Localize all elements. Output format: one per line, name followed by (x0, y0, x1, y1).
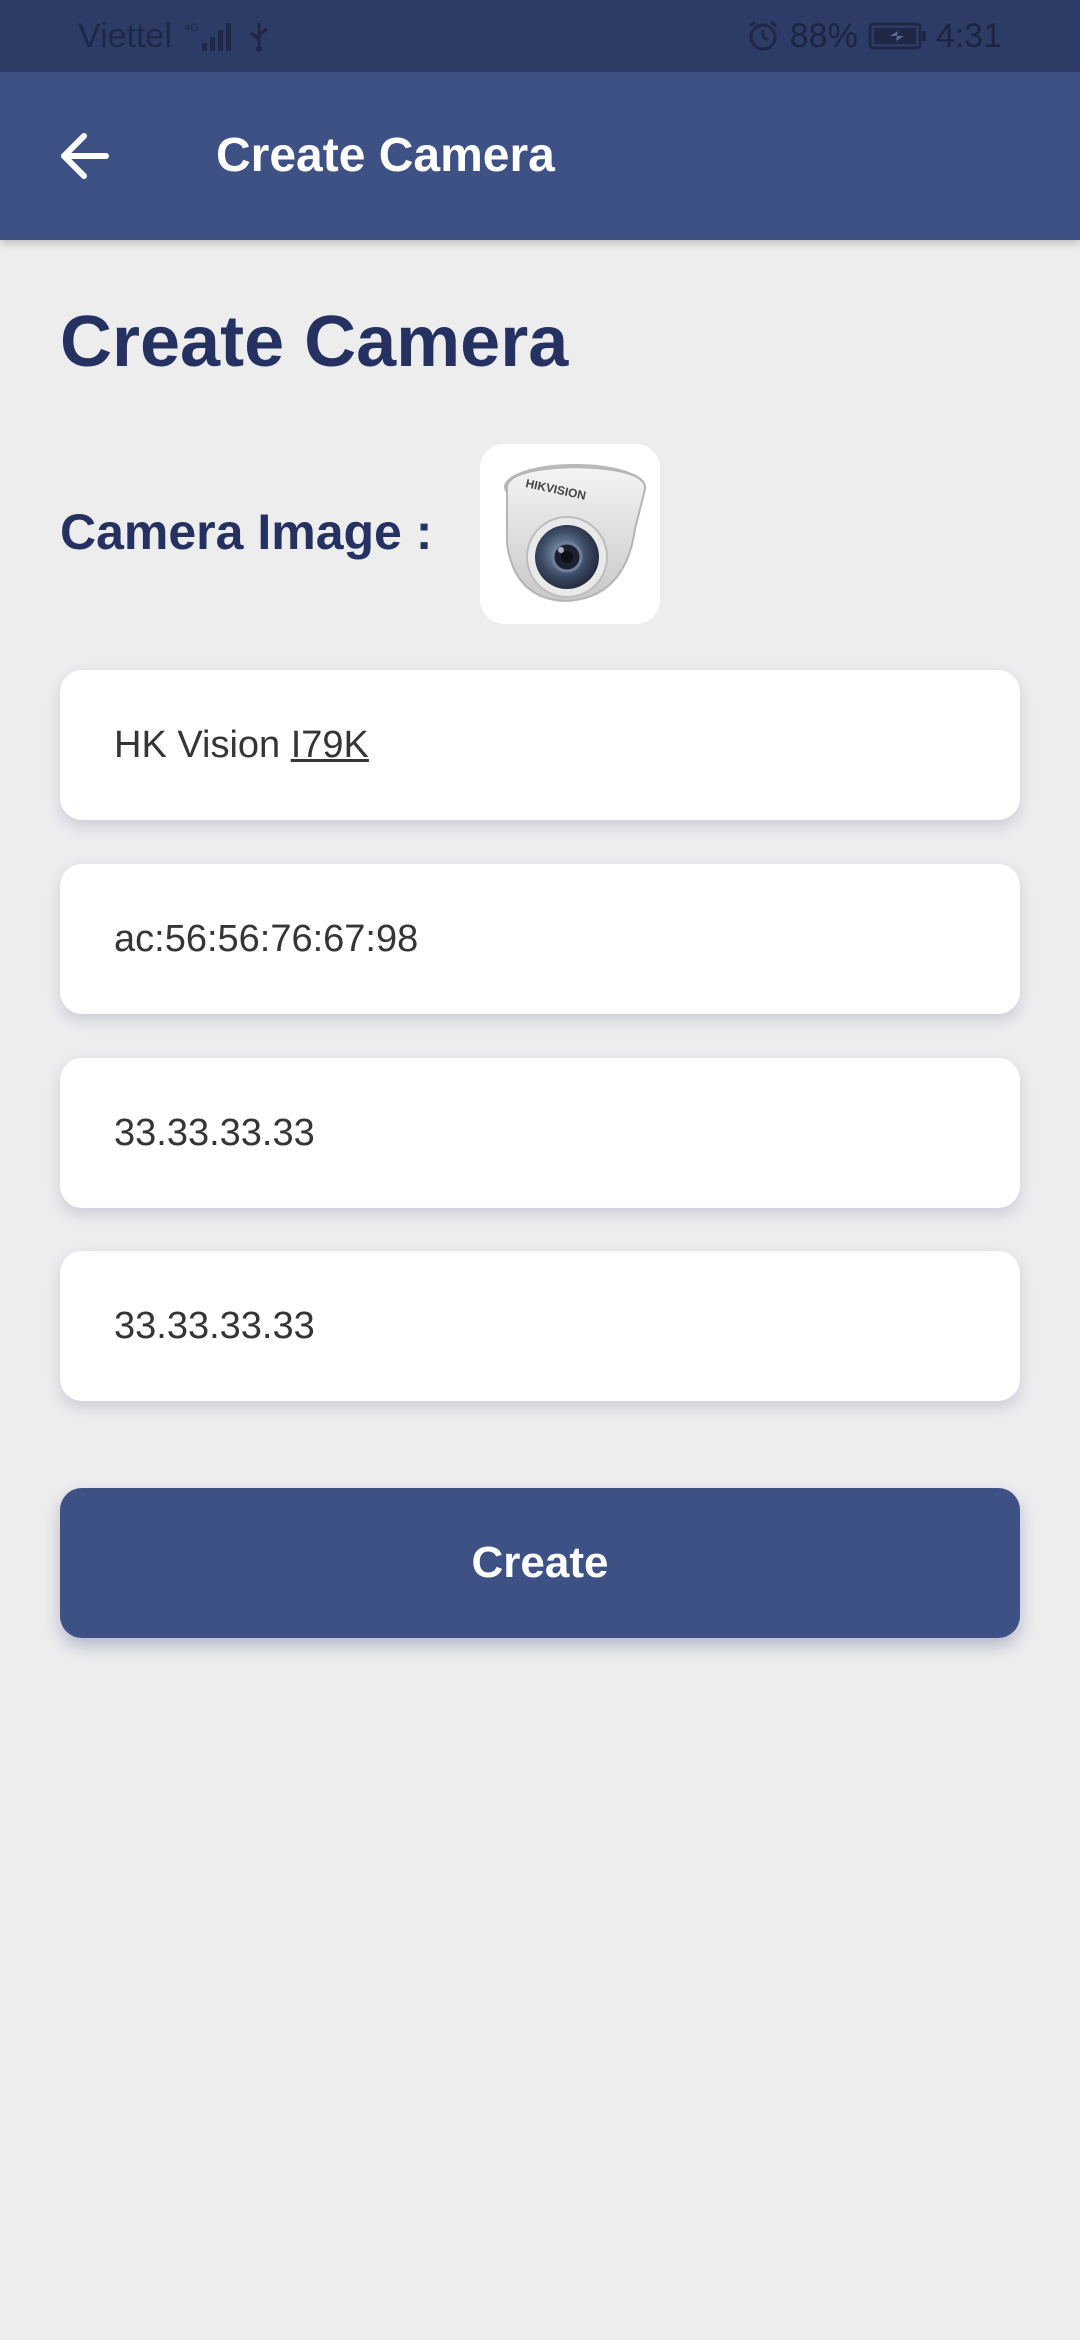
page-title: Create Camera (60, 302, 569, 382)
gateway-address-field[interactable]: 33.33.33.33 (60, 1251, 1020, 1401)
usb-icon (246, 19, 272, 53)
camera-name-field[interactable]: HK Vision I79K (60, 670, 1020, 820)
status-right: 88% 4:31 (746, 17, 1002, 56)
create-button[interactable]: Create (60, 1488, 1020, 1638)
back-button[interactable] (48, 120, 120, 192)
status-bar: Viettel 4G 88% 4:31 (0, 0, 1080, 72)
battery-percent: 88% (789, 16, 858, 55)
battery-icon (868, 21, 926, 51)
camera-image-picker[interactable]: HIKVISION (480, 444, 660, 624)
arrow-left-icon (61, 133, 109, 179)
signal-icon: 4G (182, 19, 236, 53)
carrier-name: Viettel (78, 16, 172, 55)
alarm-icon (746, 19, 780, 53)
app-bar-title: Create Camera (216, 129, 555, 182)
ip-address-field[interactable]: 33.33.33.33 (60, 1058, 1020, 1208)
network-type: 4G (184, 22, 199, 34)
status-left: Viettel 4G (78, 17, 272, 56)
camera-image-label: Camera Image : (60, 504, 433, 560)
app-bar: Create Camera (0, 72, 1080, 240)
camera-name-prefix: HK Vision (114, 723, 291, 766)
camera-name-suffix: I79K (290, 723, 369, 766)
clock-time: 4:31 (935, 16, 1002, 55)
mac-address-field[interactable]: ac:56:56:76:67:98 (60, 864, 1020, 1014)
dome-camera-image: HIKVISION (504, 464, 646, 603)
